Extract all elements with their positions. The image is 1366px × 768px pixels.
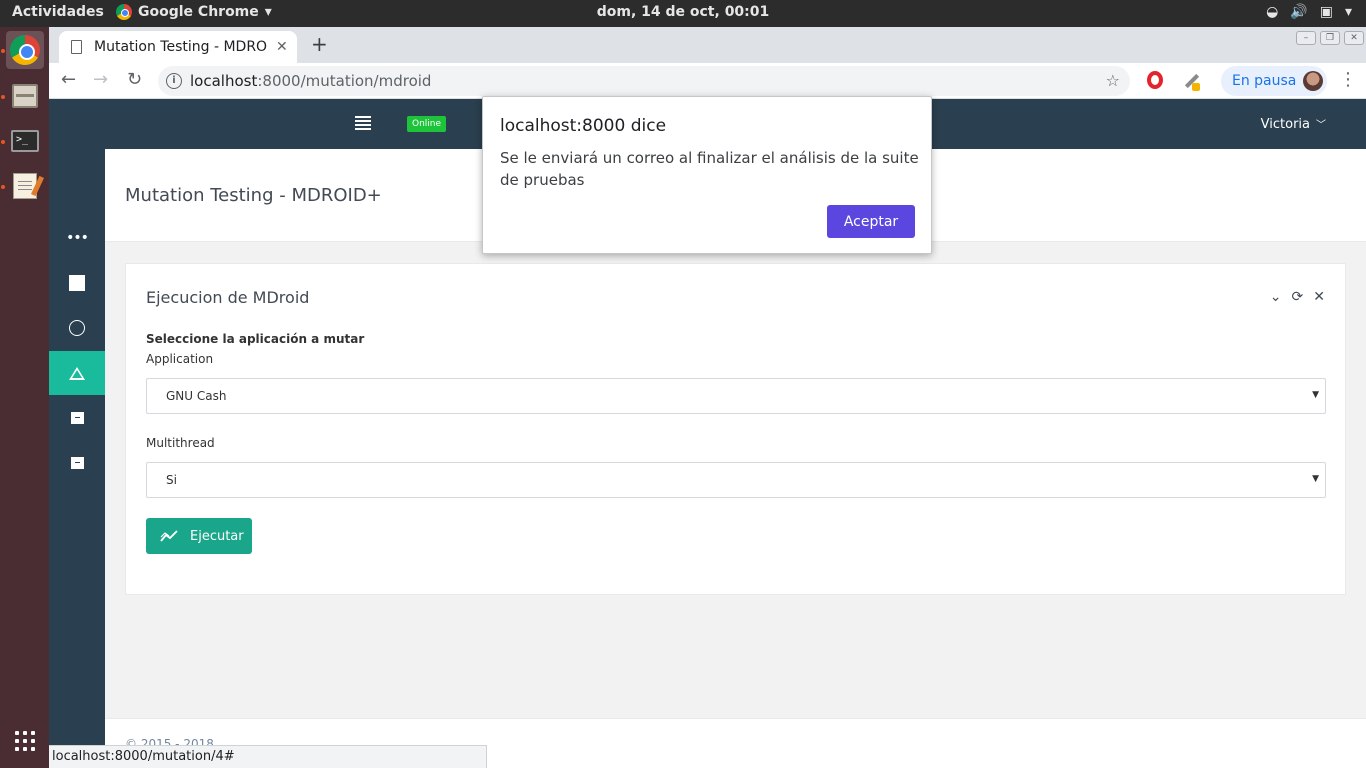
refresh-icon[interactable]: ⟳	[1292, 289, 1304, 305]
volume-icon: 🔊	[1290, 4, 1308, 20]
sidebar-item-square[interactable]	[49, 261, 105, 305]
sidebar-item-more[interactable]: •••	[49, 216, 105, 260]
circle-icon	[69, 320, 85, 336]
running-indicator	[1, 49, 5, 53]
alert-dialog: localhost:8000 dice Se le enviará un cor…	[482, 96, 932, 254]
dock: >_	[0, 27, 49, 768]
application-select[interactable]: GNU Cash ▼	[146, 378, 1326, 414]
document-icon	[71, 40, 82, 54]
profile-status: En pausa	[1232, 73, 1297, 89]
running-indicator	[1, 140, 5, 144]
tab-title: Mutation Testing - MDROID+	[94, 39, 268, 55]
dock-text-editor[interactable]	[6, 167, 44, 205]
triangle-icon	[69, 366, 85, 380]
url-path: :8000/mutation/mdroid	[257, 72, 432, 90]
panel-tools: ⌄ ⟳ ✕	[1270, 289, 1325, 305]
opera-extension-icon[interactable]	[1147, 71, 1163, 89]
show-applications-icon[interactable]	[15, 731, 35, 751]
info-icon[interactable]: i	[166, 73, 182, 89]
menu-toggle-icon[interactable]	[355, 116, 371, 130]
run-button-label: Ejecutar	[190, 528, 244, 544]
status-badge: Online	[407, 116, 447, 132]
close-tab-icon[interactable]: ✕	[276, 39, 288, 55]
tab-strip: Mutation Testing - MDROID+ ✕ + – ❐ ✕	[49, 27, 1366, 63]
window-controls: – ❐ ✕	[1296, 31, 1364, 45]
address-bar[interactable]: i localhost:8000/mutation/mdroid ☆	[158, 66, 1130, 96]
terminal-icon: >_	[11, 130, 39, 152]
application-label: Application	[146, 352, 214, 366]
forward-button[interactable]: →	[93, 69, 108, 90]
browser-tab[interactable]: Mutation Testing - MDROID+ ✕	[59, 31, 297, 63]
line-chart-icon	[160, 530, 178, 542]
maximize-button[interactable]: ❐	[1320, 31, 1340, 45]
browser-menu-icon[interactable]: ⋮	[1339, 69, 1357, 90]
system-tray[interactable]: ◒ 🔊 ▣ ▾	[1266, 4, 1352, 20]
clock[interactable]: dom, 14 de oct, 00:01	[0, 4, 1366, 20]
sidebar-item-archive-1[interactable]	[49, 396, 105, 440]
user-name: Victoria	[1260, 117, 1310, 132]
profile-button[interactable]: En pausa	[1221, 66, 1327, 96]
extension-icon[interactable]	[1182, 71, 1200, 91]
mdroid-panel: Ejecucion de MDroid ⌄ ⟳ ✕ Seleccione la …	[125, 263, 1346, 595]
bookmark-star-icon[interactable]: ☆	[1106, 71, 1120, 90]
chevron-down-icon: ▾	[1344, 4, 1352, 20]
minimize-button[interactable]: –	[1296, 31, 1316, 45]
multithread-value: Si	[166, 473, 177, 487]
link-status-bar: localhost:8000/mutation/4#	[49, 745, 487, 768]
files-icon	[12, 84, 38, 108]
avatar	[1303, 71, 1323, 91]
text-editor-icon	[13, 173, 37, 199]
close-window-button[interactable]: ✕	[1344, 31, 1364, 45]
archive-icon	[70, 412, 84, 424]
user-menu[interactable]: Victoria ﹀	[1261, 116, 1326, 132]
chevron-down-icon: ▼	[1312, 390, 1319, 400]
chevron-down-icon: ﹀	[1316, 120, 1326, 131]
running-indicator	[1, 95, 5, 99]
collapse-chevron-icon[interactable]: ⌄	[1270, 289, 1282, 305]
sidebar-item-triangle[interactable]	[49, 351, 105, 395]
dialog-title: localhost:8000 dice	[500, 116, 667, 136]
more-dots-icon: •••	[66, 230, 89, 246]
archive-icon	[70, 457, 84, 469]
sidebar: •••	[49, 149, 105, 768]
chevron-down-icon: ▼	[1312, 474, 1319, 484]
close-icon[interactable]: ✕	[1313, 289, 1325, 305]
reload-button[interactable]: ↻	[127, 69, 142, 90]
section-label: Seleccione la aplicación a mutar	[146, 332, 365, 346]
accept-button[interactable]: Aceptar	[827, 205, 915, 238]
sidebar-item-circle[interactable]	[49, 306, 105, 350]
panel-title: Ejecucion de MDroid	[146, 288, 310, 307]
multithread-select[interactable]: Si ▼	[146, 462, 1326, 498]
back-button[interactable]: ←	[61, 69, 76, 90]
battery-icon: ▣	[1319, 4, 1333, 20]
new-tab-button[interactable]: +	[311, 32, 328, 56]
multithread-label: Multithread	[146, 436, 215, 450]
browser-toolbar: ← → ↻ i localhost:8000/mutation/mdroid ☆…	[49, 63, 1366, 99]
application-value: GNU Cash	[166, 389, 227, 403]
sidebar-item-archive-2[interactable]	[49, 441, 105, 485]
dialog-message: Se le enviará un correo al finalizar el …	[500, 149, 919, 189]
dock-terminal[interactable]: >_	[6, 122, 44, 160]
chrome-icon	[10, 35, 40, 65]
wifi-icon: ◒	[1266, 4, 1279, 20]
run-button[interactable]: Ejecutar	[146, 518, 252, 554]
url-host: localhost	[190, 72, 258, 90]
running-indicator	[1, 185, 5, 189]
square-icon	[69, 275, 85, 291]
system-top-bar: Actividades Google Chrome ▾ dom, 14 de o…	[0, 0, 1366, 27]
page-title: Mutation Testing - MDROID+	[125, 185, 382, 206]
dock-chrome[interactable]	[6, 31, 44, 69]
dock-files[interactable]	[6, 77, 44, 115]
